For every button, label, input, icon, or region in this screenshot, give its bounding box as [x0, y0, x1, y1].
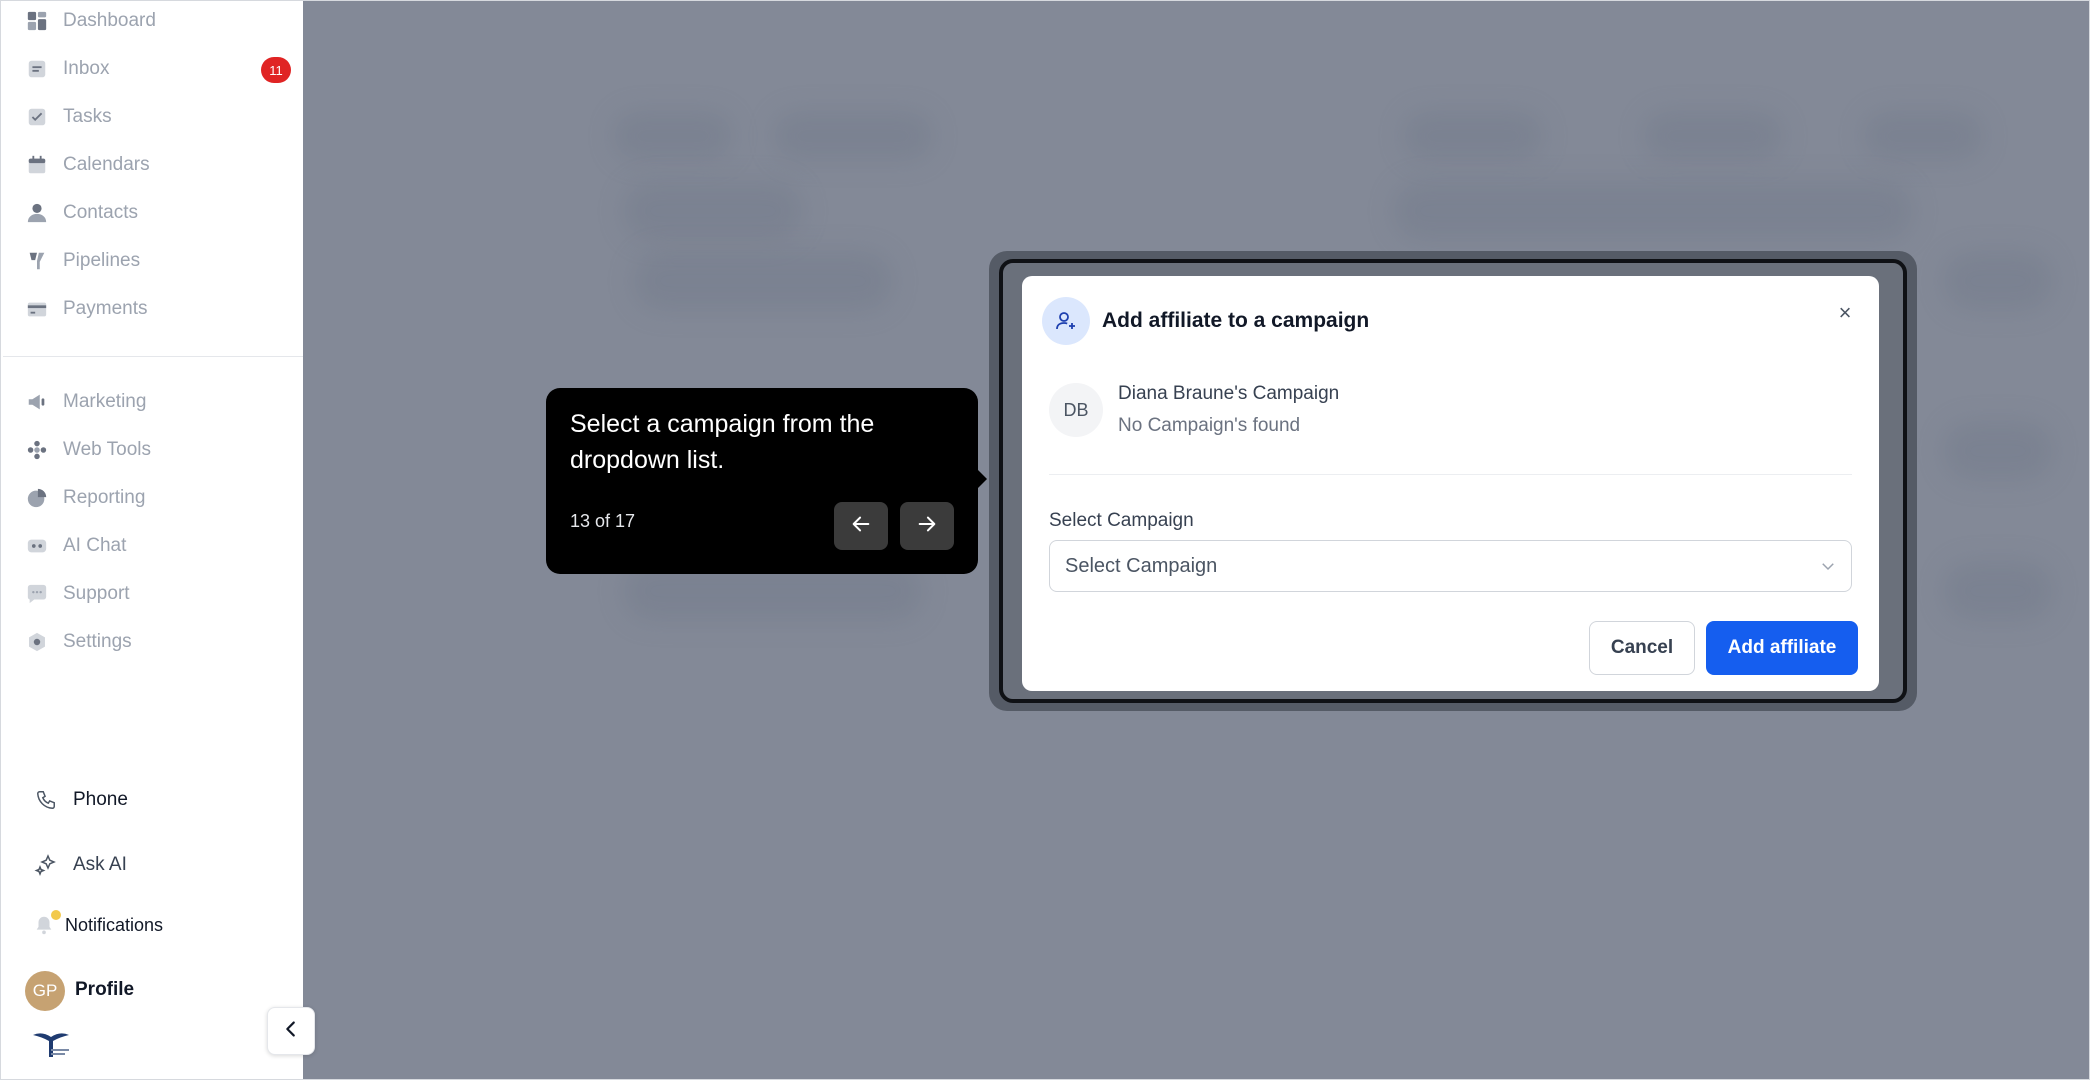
sidebar-item-label: Pipelines [63, 250, 141, 271]
tour-next-button[interactable] [900, 502, 954, 550]
calendar-icon [25, 153, 49, 177]
tour-step-text: Select a campaign from the dropdown list… [570, 410, 875, 474]
notifications-label: Notifications [65, 914, 164, 935]
brand-logo-icon [33, 1033, 69, 1057]
cancel-button[interactable]: Cancel [1589, 621, 1695, 675]
sidebar-item-label: Payments [63, 298, 148, 319]
sidebar: Dashboard Inbox Tasks Calendars Contacts [1, 1, 304, 1079]
ask-ai-label: Ask AI [73, 854, 127, 875]
settings-icon [25, 630, 49, 654]
sidebar-item-pipelines[interactable]: Pipelines [25, 244, 293, 278]
campaign-status-text: No Campaign's found [1118, 415, 1301, 436]
sidebar-divider [3, 356, 303, 357]
blurred-content [1943, 251, 2053, 311]
campaign-select[interactable]: Select Campaign [1049, 540, 1852, 592]
sidebar-item-label: Inbox [63, 58, 110, 79]
reporting-icon [25, 486, 49, 510]
campaign-owner-name: Diana Braune's Campaign [1118, 383, 1340, 404]
tooltip-arrow [978, 470, 987, 488]
profile-label[interactable]: Profile [75, 979, 134, 1001]
tour-step-counter: 13 of 17 [570, 511, 636, 531]
support-icon [25, 582, 49, 606]
tour-previous-button[interactable] [834, 502, 888, 550]
blurred-content [1393, 181, 1913, 241]
sidebar-item-label: Contacts [63, 202, 138, 223]
add-affiliate-button[interactable]: Add affiliate [1706, 621, 1858, 675]
user-plus-icon [1042, 297, 1090, 345]
marketing-icon [25, 390, 49, 414]
sidebar-item-ai-chat[interactable]: AI Chat [25, 529, 293, 563]
sidebar-item-label: Marketing [63, 391, 147, 412]
sidebar-item-label: Calendars [63, 154, 150, 175]
sidebar-item-label: AI Chat [63, 535, 127, 556]
sidebar-item-label: Dashboard [63, 10, 156, 31]
modal-divider [1049, 474, 1852, 475]
phone-button[interactable]: Phone [33, 787, 128, 813]
ask-ai-button[interactable]: Ask AI [33, 852, 127, 878]
sidebar-item-label: Reporting [63, 487, 146, 508]
blurred-content [623, 181, 803, 241]
sidebar-item-label: Web Tools [63, 439, 152, 460]
inbox-icon [25, 57, 49, 81]
close-icon[interactable]: × [1834, 300, 1856, 325]
blurred-content [1863, 111, 1983, 161]
phone-icon [33, 787, 59, 813]
sidebar-item-label: Settings [63, 631, 132, 652]
sidebar-item-label: Tasks [63, 106, 112, 127]
inbox-count-badge: 11 [261, 57, 291, 83]
sidebar-item-calendars[interactable]: Calendars [25, 148, 293, 182]
avatar[interactable]: GP [25, 971, 65, 1011]
affiliate-avatar: DB [1049, 383, 1103, 437]
collapse-sidebar-button[interactable] [267, 1007, 315, 1055]
payments-icon [25, 297, 49, 321]
sidebar-item-settings[interactable]: Settings [25, 625, 293, 659]
sidebar-item-contacts[interactable]: Contacts [25, 196, 293, 230]
sidebar-item-inbox[interactable]: Inbox [25, 52, 293, 86]
ai-chat-icon [25, 534, 49, 558]
sidebar-item-web-tools[interactable]: Web Tools [25, 433, 293, 467]
sidebar-item-marketing[interactable]: Marketing [25, 385, 293, 419]
sidebar-item-payments[interactable]: Payments [25, 292, 293, 326]
notification-dot [51, 910, 61, 920]
blurred-content [1643, 111, 1783, 161]
phone-label: Phone [73, 789, 128, 810]
sparkles-icon [33, 852, 59, 878]
blurred-content [1403, 111, 1543, 161]
add-affiliate-modal: Add affiliate to a campaign × DB Diana B… [1022, 276, 1879, 691]
chevron-left-icon [280, 1018, 302, 1045]
sidebar-item-tasks[interactable]: Tasks [25, 100, 293, 134]
blurred-content [1943, 561, 2053, 621]
select-campaign-label: Select Campaign [1049, 510, 1194, 531]
tasks-icon [25, 105, 49, 129]
app-window: Dashboard Inbox Tasks Calendars Contacts [0, 0, 2090, 1080]
sidebar-item-reporting[interactable]: Reporting [25, 481, 293, 515]
chevron-down-icon [1822, 563, 1834, 571]
modal-title: Add affiliate to a campaign [1102, 309, 1370, 332]
sidebar-item-support[interactable]: Support [25, 577, 293, 611]
tour-tooltip: Select a campaign from the dropdown list… [546, 388, 987, 574]
select-value: Select Campaign [1065, 555, 1218, 577]
sidebar-item-dashboard[interactable]: Dashboard [25, 4, 293, 38]
contacts-icon [25, 201, 49, 225]
dashboard-icon [25, 9, 49, 33]
blurred-content [773, 111, 933, 161]
blurred-content [1943, 421, 2053, 481]
web-tools-icon [25, 438, 49, 462]
arrow-right-icon [916, 513, 938, 540]
arrow-left-icon [850, 513, 872, 540]
blurred-content [633, 251, 893, 311]
blurred-content [613, 111, 733, 161]
sidebar-item-label: Support [63, 583, 130, 604]
pipelines-icon [25, 249, 49, 273]
